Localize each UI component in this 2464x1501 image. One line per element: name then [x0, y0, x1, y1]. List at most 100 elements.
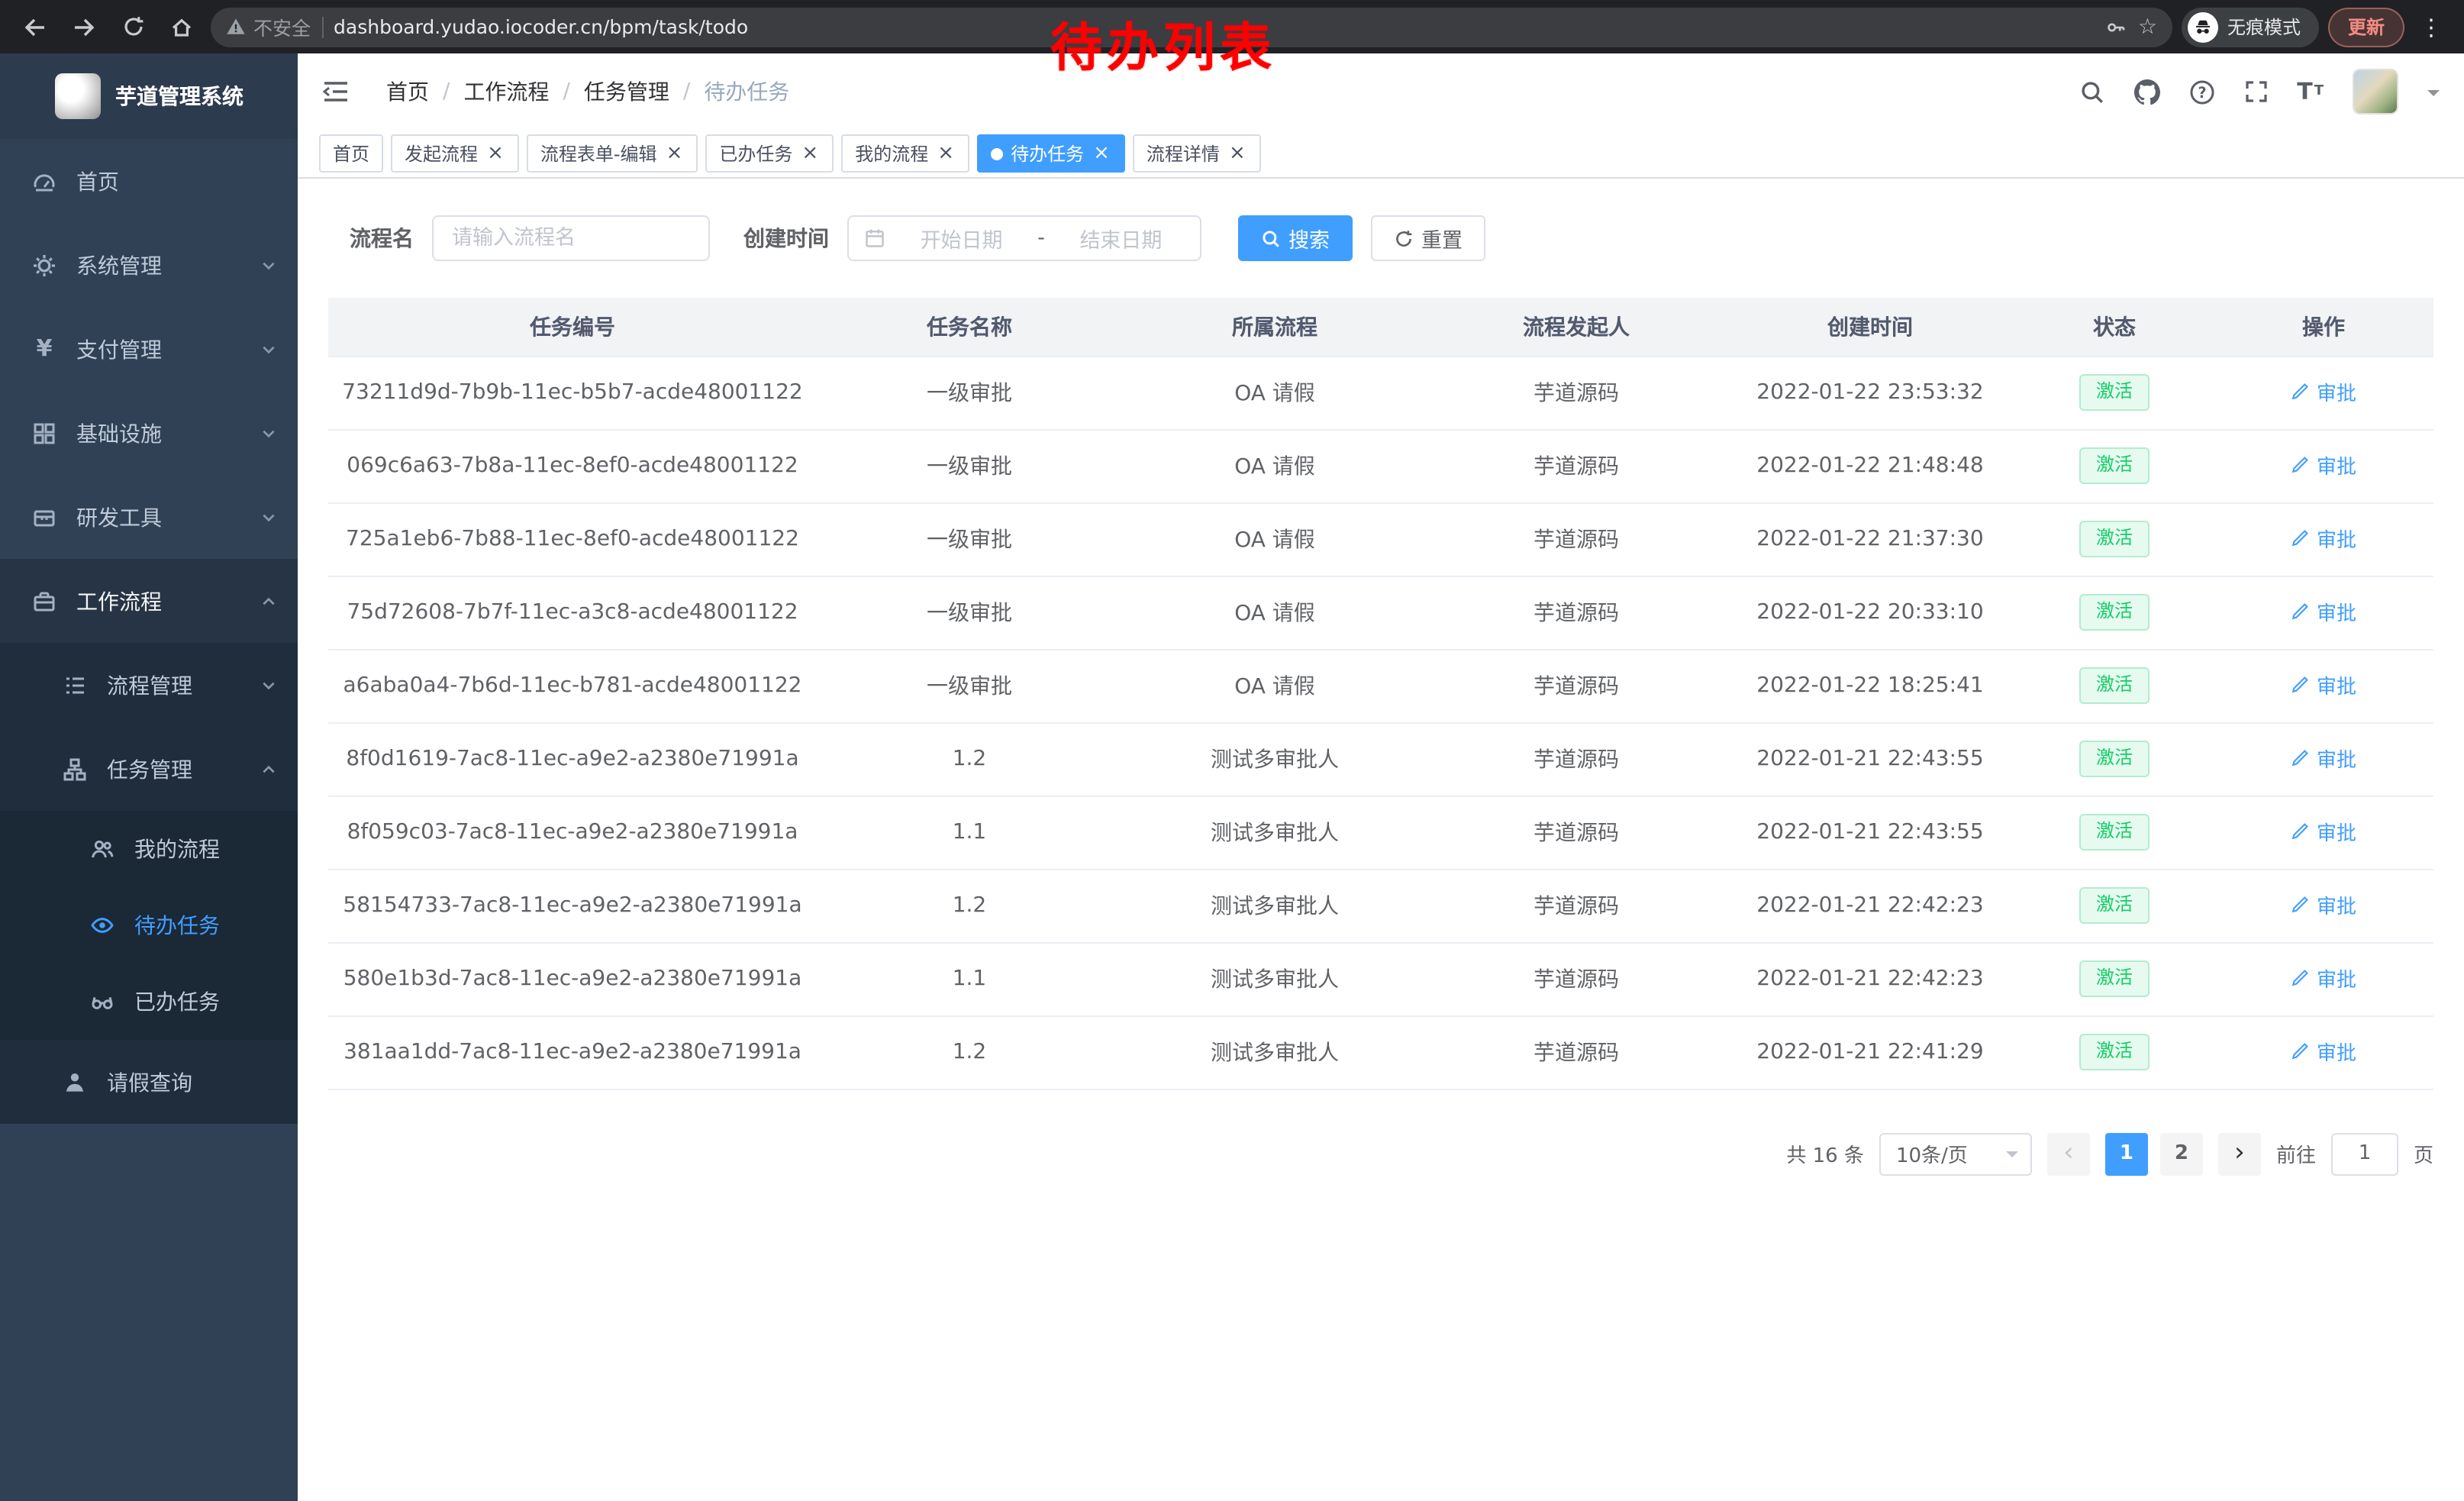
- table-row: 381aa1dd-7ac8-11ec-a9e2-a2380e71991a1.2测…: [328, 1015, 2433, 1089]
- glasses-icon: [89, 989, 116, 1014]
- home-icon: [169, 15, 194, 39]
- cell-created: 2022-01-21 22:43:55: [1725, 722, 2015, 796]
- breadcrumb-item[interactable]: 首页: [386, 76, 429, 107]
- table-row: 58154733-7ac8-11ec-a9e2-a2380e71991a1.2测…: [328, 869, 2433, 942]
- cell-initiator: 芋道源码: [1427, 942, 1725, 1015]
- view-tab[interactable]: 已办任务×: [705, 134, 834, 173]
- sidebar-item-label: 我的流程: [134, 834, 276, 864]
- user-avatar[interactable]: [2353, 69, 2398, 115]
- breadcrumb-separator: /: [563, 79, 569, 104]
- sidebar-item-label: 工作流程: [76, 586, 243, 616]
- sidebar-item-label: 待办任务: [134, 910, 276, 941]
- app-logo[interactable]: 芋道管理系统: [0, 53, 298, 139]
- fullscreen-icon[interactable]: [2243, 79, 2268, 104]
- page-number[interactable]: 2: [2160, 1132, 2203, 1175]
- github-icon[interactable]: [2133, 79, 2159, 105]
- approve-link[interactable]: 审批: [2291, 1037, 2356, 1066]
- reload-button[interactable]: [113, 7, 153, 47]
- tab-close-icon[interactable]: ×: [936, 144, 956, 163]
- update-button[interactable]: 更新: [2328, 7, 2404, 47]
- approve-link[interactable]: 审批: [2291, 597, 2356, 626]
- incognito-label: 无痕模式: [2227, 14, 2301, 40]
- address-bar[interactable]: 不安全 dashboard.yudao.iocoder.cn/bpm/task/…: [211, 7, 2172, 47]
- bookmark-star-icon[interactable]: ☆: [2138, 15, 2157, 39]
- cell-initiator: 芋道源码: [1427, 869, 1725, 942]
- cell-id: 381aa1dd-7ac8-11ec-a9e2-a2380e71991a: [328, 1015, 817, 1089]
- incognito-badge[interactable]: 无痕模式: [2182, 7, 2319, 47]
- sidebar-item-devtools[interactable]: 研发工具: [0, 475, 298, 559]
- approve-link[interactable]: 审批: [2291, 450, 2356, 479]
- view-tab[interactable]: 我的流程×: [841, 134, 969, 173]
- chevron-up-icon: [261, 593, 276, 608]
- pagination: 共 16 条 10条/页 ‹ 12 › 前往 页: [328, 1132, 2433, 1221]
- tab-close-icon[interactable]: ×: [665, 144, 685, 163]
- page-size-select[interactable]: 10条/页: [1879, 1132, 2032, 1175]
- sidebar: 芋道管理系统 首页 系统管理 ¥: [0, 53, 298, 1501]
- sidebar-item-process-management[interactable]: 流程管理: [0, 643, 298, 727]
- sidebar-item-my-process[interactable]: 我的流程: [0, 811, 298, 887]
- back-button[interactable]: [15, 7, 55, 47]
- sidebar-item-system[interactable]: 系统管理: [0, 223, 298, 307]
- date-range-picker[interactable]: 开始日期 - 结束日期: [847, 215, 1201, 261]
- sidebar-item-label: 系统管理: [76, 250, 243, 280]
- goto-page-input[interactable]: [2331, 1132, 2398, 1175]
- breadcrumb-item[interactable]: 任务管理: [584, 76, 669, 107]
- column-header: 操作: [2214, 298, 2433, 356]
- chevron-down-icon: [261, 341, 276, 357]
- cell-action: 审批: [2214, 429, 2433, 502]
- sidebar-item-leave-query[interactable]: 请假查询: [0, 1040, 298, 1124]
- status-badge: 激活: [2079, 960, 2150, 996]
- avatar-dropdown-caret[interactable]: [2427, 89, 2440, 102]
- security-status[interactable]: 不安全: [226, 12, 311, 41]
- home-button[interactable]: [162, 7, 202, 47]
- sidebar-item-home[interactable]: 首页: [0, 139, 298, 223]
- status-badge: 激活: [2079, 594, 2150, 630]
- password-key-icon[interactable]: [2106, 16, 2127, 37]
- approve-link[interactable]: 审批: [2291, 890, 2356, 919]
- search-icon[interactable]: [2079, 79, 2104, 105]
- font-size-icon[interactable]: TT: [2297, 80, 2324, 103]
- sidebar-toggle[interactable]: [322, 79, 362, 104]
- forward-button[interactable]: [64, 7, 104, 47]
- sidebar-item-todo-tasks[interactable]: 待办任务: [0, 887, 298, 964]
- edit-icon: [2291, 895, 2311, 915]
- sidebar-item-workflow[interactable]: 工作流程: [0, 559, 298, 643]
- edit-icon: [2291, 602, 2311, 621]
- next-page-button[interactable]: ›: [2218, 1132, 2261, 1175]
- breadcrumb-item[interactable]: 工作流程: [463, 76, 549, 107]
- sidebar-item-done-tasks[interactable]: 已办任务: [0, 964, 298, 1040]
- approve-link[interactable]: 审批: [2291, 524, 2356, 553]
- approve-link[interactable]: 审批: [2291, 817, 2356, 846]
- sidebar-item-infrastructure[interactable]: 基础设施: [0, 391, 298, 475]
- process-name-input[interactable]: [432, 215, 710, 261]
- cell-action: 审批: [2214, 796, 2433, 869]
- approve-link[interactable]: 审批: [2291, 377, 2356, 406]
- tab-close-icon[interactable]: ×: [1092, 144, 1111, 163]
- view-tab[interactable]: 首页: [319, 134, 383, 173]
- approve-link[interactable]: 审批: [2291, 670, 2356, 699]
- toolbox-icon: [31, 505, 58, 529]
- help-icon[interactable]: ?: [2188, 79, 2214, 105]
- tab-close-icon[interactable]: ×: [485, 144, 505, 163]
- view-tab[interactable]: 发起流程×: [391, 134, 519, 173]
- cell-name: 1.2: [817, 722, 1122, 796]
- cell-created: 2022-01-22 21:48:48: [1725, 429, 2015, 502]
- tab-close-icon[interactable]: ×: [800, 144, 820, 163]
- sidebar-item-task-management[interactable]: 任务管理: [0, 727, 298, 811]
- approve-link[interactable]: 审批: [2291, 744, 2356, 773]
- tab-close-icon[interactable]: ×: [1227, 144, 1247, 163]
- view-tab[interactable]: 流程详情×: [1133, 134, 1261, 173]
- view-tab[interactable]: 流程表单-编辑×: [527, 134, 698, 173]
- approve-link[interactable]: 审批: [2291, 964, 2356, 993]
- browser-chrome: 不安全 dashboard.yudao.iocoder.cn/bpm/task/…: [0, 0, 2464, 53]
- reset-button[interactable]: 重置: [1371, 215, 1485, 261]
- page-number[interactable]: 1: [2105, 1132, 2148, 1175]
- search-button[interactable]: 搜索: [1238, 215, 1353, 261]
- prev-page-button[interactable]: ‹: [2047, 1132, 2090, 1175]
- sidebar-item-payment[interactable]: ¥ 支付管理: [0, 307, 298, 391]
- status-badge: 激活: [2079, 741, 2150, 776]
- browser-menu-icon[interactable]: ⋮: [2414, 13, 2449, 40]
- flow-icon: [61, 757, 89, 781]
- cell-initiator: 芋道源码: [1427, 429, 1725, 502]
- view-tab[interactable]: 待办任务×: [977, 134, 1125, 173]
